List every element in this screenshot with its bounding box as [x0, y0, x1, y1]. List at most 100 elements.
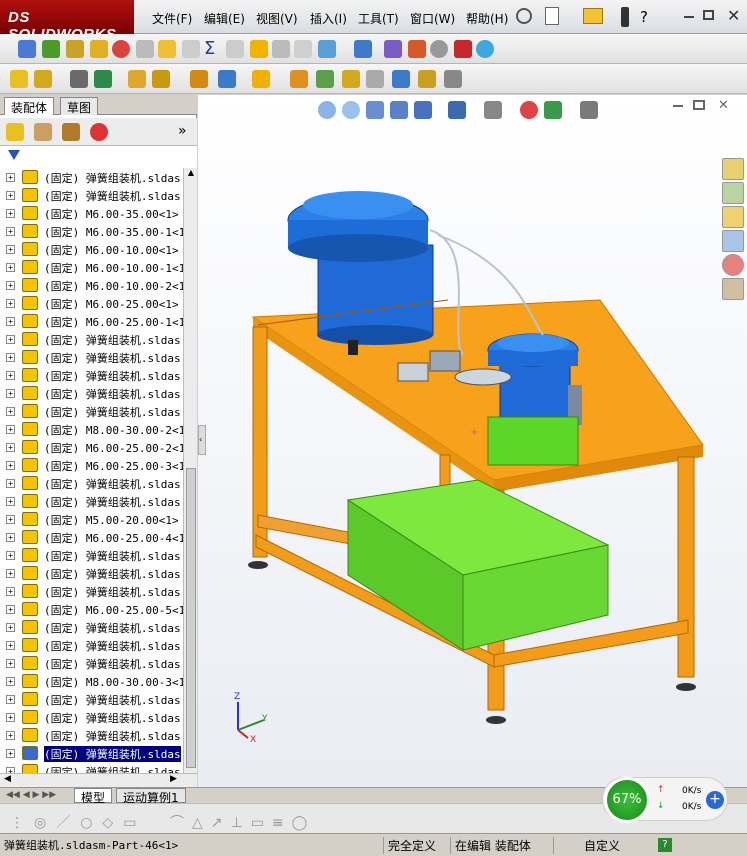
scroll-up-icon[interactable]: ▲	[185, 168, 197, 180]
expand-plus-icon[interactable]: +	[6, 209, 15, 218]
expand-plus-icon[interactable]: +	[6, 551, 15, 560]
expand-plus-icon[interactable]: +	[6, 335, 15, 344]
appearance-icon[interactable]	[454, 40, 472, 58]
expand-plus-icon[interactable]: +	[6, 497, 15, 506]
tree-item[interactable]: + (固定) 弹簧组装机.sldas	[0, 708, 183, 726]
tree-item[interactable]: + (固定) 弹簧组装机.sldas	[0, 366, 183, 384]
expand-plus-icon[interactable]: +	[6, 659, 15, 668]
interference-icon[interactable]	[226, 40, 244, 58]
weld-icon[interactable]	[136, 40, 154, 58]
assembly-model[interactable]: +	[198, 95, 747, 787]
tree-item[interactable]: + (固定) 弹簧组装机.sldas	[0, 618, 183, 636]
new-part-icon[interactable]	[34, 70, 52, 88]
tree-item[interactable]: + (固定) 弹簧组装机.sldas	[0, 654, 183, 672]
tree-item[interactable]: + (固定) M6.00-25.00-5<1>	[0, 600, 183, 618]
expand-plus-icon[interactable]: +	[6, 605, 15, 614]
expand-plus-icon[interactable]: +	[6, 227, 15, 236]
tree-item[interactable]: + (固定) M6.00-35.00<1> (	[0, 204, 183, 222]
tree-item[interactable]: + (固定) M6.00-25.00-3<1>	[0, 456, 183, 474]
filter-icon[interactable]	[8, 150, 20, 160]
scene-icon[interactable]	[476, 40, 494, 58]
explode-line-icon[interactable]	[342, 70, 360, 88]
configuration-manager-icon[interactable]	[62, 123, 80, 141]
add-plus-icon[interactable]: +	[706, 791, 724, 809]
expand-plus-icon[interactable]: +	[6, 515, 15, 524]
analysis-icon[interactable]	[294, 40, 312, 58]
panel-collapse-handle[interactable]: ‹	[198, 425, 206, 455]
tree-item[interactable]: + (固定) 弹簧组装机.sldas	[0, 726, 183, 744]
property-manager-icon[interactable]	[34, 123, 52, 141]
tree-item[interactable]: + (固定) 弹簧组装机.sldas	[0, 582, 183, 600]
rebuild-traffic-light-icon[interactable]	[621, 7, 629, 27]
tree-hscrollbar[interactable]: ◀ ▶	[0, 773, 197, 787]
hole-alignment-icon[interactable]	[418, 70, 436, 88]
tree-item[interactable]: + (固定) M6.00-25.00-4<1>	[0, 528, 183, 546]
tab-motion-study[interactable]: 运动算例1	[116, 788, 186, 805]
expand-plus-icon[interactable]: +	[6, 371, 15, 380]
tree-item[interactable]: + (固定) M6.00-25.00-2<1>	[0, 438, 183, 456]
expand-plus-icon[interactable]: +	[6, 641, 15, 650]
expand-plus-icon[interactable]: +	[6, 173, 15, 182]
scroll-left-icon[interactable]: ◀	[4, 774, 11, 784]
measure-icon[interactable]	[90, 40, 108, 58]
expand-plus-icon[interactable]: +	[6, 695, 15, 704]
tree-item[interactable]: + (固定) 弹簧组装机.sldas	[0, 762, 183, 773]
expand-plus-icon[interactable]: +	[6, 533, 15, 542]
task-pane-home-icon[interactable]	[722, 158, 744, 180]
cpu-percent-badge[interactable]: 67%	[604, 777, 650, 823]
close-icon[interactable]: ✕	[727, 6, 740, 25]
expand-plus-icon[interactable]: +	[6, 317, 15, 326]
tree-item[interactable]: + (固定) 弹簧组装机.sldas	[0, 690, 183, 708]
task-pane-design-library-icon[interactable]	[722, 206, 744, 228]
tree-item[interactable]: + (固定) M5.00-20.00<1> (	[0, 510, 183, 528]
tree-item[interactable]: + (固定) 弹簧组装机.sldas	[0, 492, 183, 510]
menu-window[interactable]: 窗口(W)	[410, 10, 455, 27]
display-manager-icon[interactable]	[90, 123, 108, 141]
expand-plus-icon[interactable]: +	[6, 407, 15, 416]
assembly-features-icon[interactable]	[190, 70, 208, 88]
exploded-view-icon[interactable]	[316, 70, 334, 88]
tree-item[interactable]: + (固定) M6.00-35.00-1<1>	[0, 222, 183, 240]
expand-plus-icon[interactable]: +	[6, 245, 15, 254]
expand-plus-icon[interactable]: +	[6, 461, 15, 470]
expand-plus-icon[interactable]: +	[6, 713, 15, 722]
menu-insert[interactable]: 插入(I)	[310, 10, 347, 27]
menu-tools[interactable]: 工具(T)	[358, 10, 399, 27]
disabled-check-icon[interactable]	[182, 40, 200, 58]
tree-item[interactable]: + (固定) M6.00-10.00-2<1>	[0, 276, 183, 294]
tree-item[interactable]: + (固定) 弹簧组装机.sldas	[0, 474, 183, 492]
explode-icon[interactable]	[384, 40, 402, 58]
tree-item[interactable]: + (固定) 弹簧组装机.sldas	[0, 384, 183, 402]
linear-pattern-icon[interactable]	[94, 70, 112, 88]
open-folder-icon[interactable]	[583, 8, 603, 24]
spelling-icon[interactable]	[18, 40, 36, 58]
sketch-tools-icons[interactable]: ⋮◎／○◇▭	[10, 812, 146, 832]
graphics-area[interactable]: ✕ + Z Y X ‹	[198, 95, 747, 787]
expand-plus-icon[interactable]: +	[6, 191, 15, 200]
clearance-icon[interactable]	[392, 70, 410, 88]
expand-plus-icon[interactable]: +	[6, 587, 15, 596]
tree-item[interactable]: + (固定) 弹簧组装机.sldas	[0, 744, 183, 762]
tree-item[interactable]: + (固定) M6.00-10.00-1<1>	[0, 258, 183, 276]
tree-item[interactable]: + (固定) M6.00-10.00<1> (	[0, 240, 183, 258]
tree-item[interactable]: + (固定) 弹簧组装机.sldas	[0, 564, 183, 582]
tab-nav-first-icon[interactable]: ◀◀ ◀ ▶ ▶▶	[6, 790, 56, 800]
mate-icon[interactable]	[70, 70, 88, 88]
tree-item[interactable]: + (固定) M6.00-25.00<1> (	[0, 294, 183, 312]
help-status-icon[interactable]: ?	[658, 838, 672, 852]
task-pane-custom-properties-icon[interactable]	[722, 278, 744, 300]
expand-plus-icon[interactable]: +	[6, 479, 15, 488]
render-icon[interactable]	[408, 40, 426, 58]
tree-item[interactable]: + (固定) 弹簧组装机.sldas	[0, 186, 183, 204]
expand-plus-icon[interactable]: +	[6, 749, 15, 758]
pin-icon[interactable]	[516, 8, 532, 24]
expand-plus-icon[interactable]: +	[6, 425, 15, 434]
expand-plus-icon[interactable]: +	[6, 353, 15, 362]
tree-item[interactable]: + (固定) 弹簧组装机.sldas	[0, 546, 183, 564]
tree-item[interactable]: + (固定) 弹簧组装机.sldas	[0, 402, 183, 420]
snapshot-icon[interactable]	[318, 40, 336, 58]
tree-item[interactable]: + (固定) 弹簧组装机.sldas	[0, 348, 183, 366]
tree-item[interactable]: + (固定) M6.00-25.00-1<1>	[0, 312, 183, 330]
checkbox-icon[interactable]	[158, 40, 176, 58]
expand-plus-icon[interactable]: +	[6, 299, 15, 308]
